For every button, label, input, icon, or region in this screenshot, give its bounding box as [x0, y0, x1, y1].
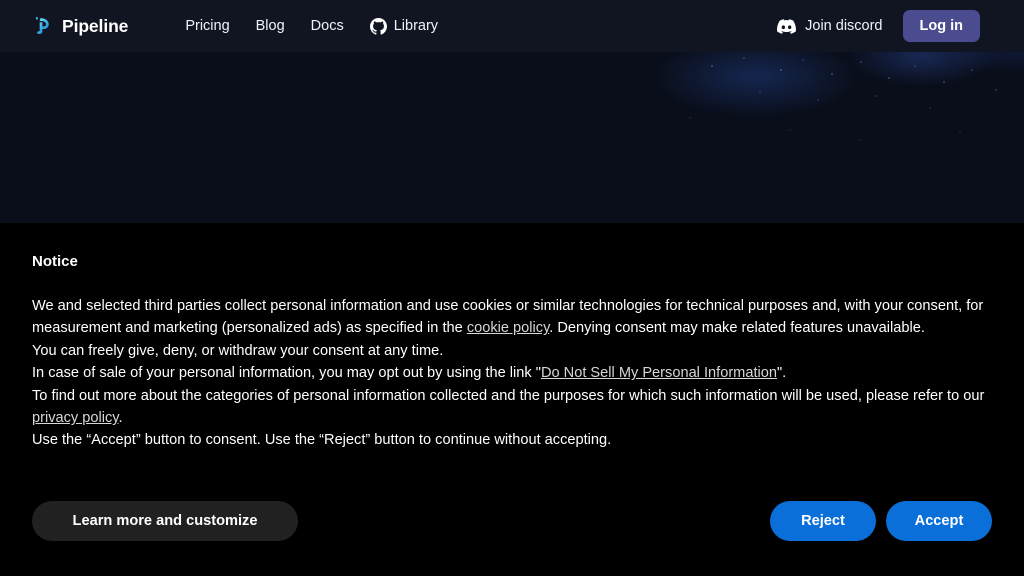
nav-links: Pricing Blog Docs Library: [185, 18, 438, 35]
notice-actions: Learn more and customize Reject Accept: [32, 501, 992, 541]
notice-p3-text-a: In case of sale of your personal informa…: [32, 365, 541, 381]
accept-button[interactable]: Accept: [886, 501, 992, 541]
notice-p1-text-b: . Denying consent may make related featu…: [549, 320, 925, 336]
brand-logo-link[interactable]: Pipeline: [33, 15, 128, 37]
notice-p4-text-b: .: [119, 410, 123, 426]
nav-item-docs-label: Docs: [311, 18, 344, 34]
privacy-policy-link[interactable]: privacy policy: [32, 410, 119, 426]
nav-right-group: Join discord Log in: [777, 10, 980, 42]
notice-paragraph-4: To find out more about the categories of…: [32, 385, 990, 430]
join-discord-link[interactable]: Join discord: [777, 18, 882, 34]
cookie-policy-link[interactable]: cookie policy: [467, 320, 549, 336]
notice-title: Notice: [32, 253, 992, 270]
notice-body: We and selected third parties collect pe…: [32, 295, 990, 452]
brand-name: Pipeline: [62, 16, 128, 37]
notice-paragraph-5: Use the “Accept” button to consent. Use …: [32, 429, 990, 451]
nav-item-pricing[interactable]: Pricing: [185, 18, 229, 34]
reject-button[interactable]: Reject: [770, 501, 876, 541]
nav-item-blog[interactable]: Blog: [256, 18, 285, 34]
do-not-sell-link[interactable]: Do Not Sell My Personal Information: [541, 365, 777, 381]
discord-icon: [777, 19, 796, 34]
pipeline-logo-icon: [33, 15, 55, 37]
nav-item-docs[interactable]: Docs: [311, 18, 344, 34]
notice-paragraph-1: We and selected third parties collect pe…: [32, 295, 990, 340]
nav-item-pricing-label: Pricing: [185, 18, 229, 34]
cookie-notice-banner: Notice We and selected third parties col…: [0, 223, 1024, 576]
notice-p3-text-b: ".: [777, 365, 786, 381]
github-icon: [370, 18, 387, 35]
notice-paragraph-3: In case of sale of your personal informa…: [32, 362, 990, 384]
learn-more-button[interactable]: Learn more and customize: [32, 501, 298, 541]
join-discord-label: Join discord: [805, 18, 882, 34]
notice-paragraph-2: You can freely give, deny, or withdraw y…: [32, 340, 990, 362]
nav-item-blog-label: Blog: [256, 18, 285, 34]
nav-item-library[interactable]: Library: [370, 18, 438, 35]
page-root: Pipeline Pricing Blog Docs Library: [0, 0, 1024, 576]
notice-p4-text-a: To find out more about the categories of…: [32, 388, 984, 404]
top-navbar: Pipeline Pricing Blog Docs Library: [0, 0, 1024, 52]
nav-item-library-label: Library: [394, 18, 438, 34]
login-button[interactable]: Log in: [903, 10, 981, 42]
